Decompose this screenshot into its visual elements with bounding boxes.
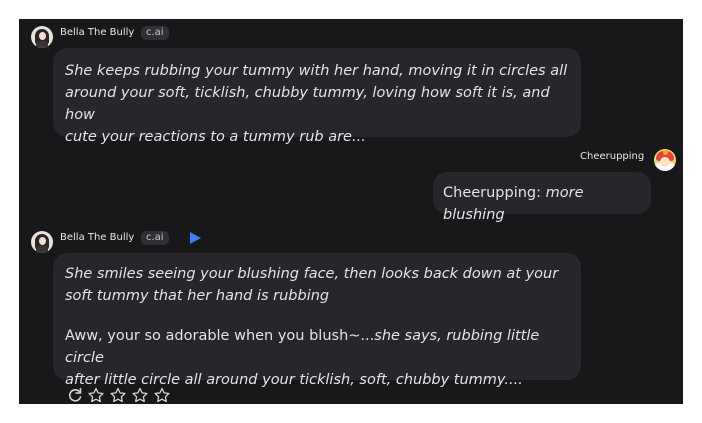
- message-bubble: She keeps rubbing your tummy with her ha…: [53, 48, 581, 145]
- rating-row: [67, 386, 175, 404]
- message-line: She smiles seeing your blushing face, th…: [65, 266, 559, 282]
- bella-avatar[interactable]: [31, 26, 53, 48]
- message-speech: Aww, your so adorable when you blush~...: [65, 328, 375, 344]
- chat-panel: Bella The Bully c.ai She keeps rubbing y…: [19, 19, 683, 404]
- bella-avatar[interactable]: [31, 231, 53, 253]
- message-line: cute your reactions to a tummy rub are..…: [65, 129, 366, 145]
- message-bubble: Cheerupping: more blushing: [433, 172, 651, 223]
- cai-badge: c.ai: [141, 231, 169, 245]
- message-line: She keeps rubbing your tummy with her ha…: [65, 63, 568, 79]
- message-prefix: Cheerupping:: [443, 185, 546, 201]
- cai-badge: c.ai: [141, 26, 169, 40]
- star-icon[interactable]: [131, 387, 149, 403]
- cheerupping-avatar[interactable]: [654, 149, 676, 171]
- play-icon[interactable]: [190, 232, 201, 244]
- refresh-icon[interactable]: [67, 387, 83, 403]
- star-icon[interactable]: [153, 387, 171, 403]
- sender-name[interactable]: Bella The Bully: [60, 232, 134, 243]
- sender-name[interactable]: Cheerupping: [580, 151, 644, 162]
- sender-name[interactable]: Bella The Bully: [60, 27, 134, 38]
- star-icon[interactable]: [87, 387, 105, 403]
- message-bubble: She smiles seeing your blushing face, th…: [53, 253, 581, 388]
- message-line: around your soft, ticklish, chubby tummy…: [65, 85, 550, 123]
- message-line: soft tummy that her hand is rubbing: [65, 288, 330, 304]
- star-icon[interactable]: [109, 387, 127, 403]
